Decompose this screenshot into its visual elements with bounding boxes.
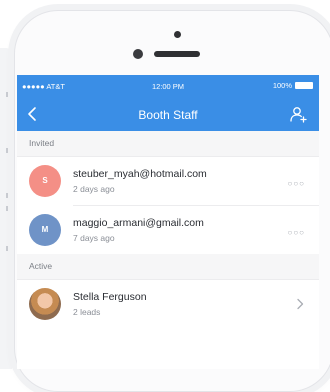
invite-email: maggio_armani@gmail.com — [73, 217, 204, 229]
invite-time: 7 days ago — [73, 233, 115, 243]
background-tick — [6, 148, 9, 153]
status-bar: ●●●●● AT&T 12:00 PM 100% — [17, 75, 319, 97]
chevron-right-icon[interactable] — [295, 298, 305, 310]
avatar — [29, 288, 61, 320]
app-screen: ●●●●● AT&T 12:00 PM 100% Booth Staff Inv… — [17, 75, 319, 369]
staff-detail: 2 leads — [73, 307, 101, 317]
earpiece-speaker — [154, 51, 200, 57]
more-options-icon[interactable]: ○○○ — [288, 179, 306, 188]
background-tick — [6, 193, 9, 198]
battery-indicator: 100% — [273, 81, 313, 90]
front-camera — [174, 31, 181, 38]
background-tick — [6, 246, 9, 251]
invite-email: steuber_myah@hotmail.com — [73, 168, 207, 180]
invite-time: 2 days ago — [73, 184, 115, 194]
more-options-icon[interactable]: ○○○ — [288, 228, 306, 237]
section-header-active: Active — [17, 254, 319, 280]
navigation-bar: Booth Staff — [17, 97, 319, 131]
list-item[interactable]: Stella Ferguson 2 leads — [17, 280, 319, 328]
add-user-icon[interactable] — [289, 105, 307, 123]
list-item[interactable]: M maggio_armani@gmail.com 7 days ago ○○○ — [17, 206, 319, 254]
background-tick — [6, 206, 9, 211]
background-card — [0, 48, 12, 369]
list-item[interactable]: S steuber_myah@hotmail.com 2 days ago ○○… — [17, 157, 319, 205]
background-tick — [6, 92, 9, 97]
battery-icon — [295, 82, 313, 89]
avatar: M — [29, 214, 61, 246]
staff-name: Stella Ferguson — [73, 291, 147, 303]
battery-percent: 100% — [272, 81, 292, 90]
avatar: S — [29, 165, 61, 197]
section-header-invited: Invited — [17, 131, 319, 157]
proximity-sensor — [133, 49, 143, 59]
page-title: Booth Staff — [138, 108, 198, 122]
